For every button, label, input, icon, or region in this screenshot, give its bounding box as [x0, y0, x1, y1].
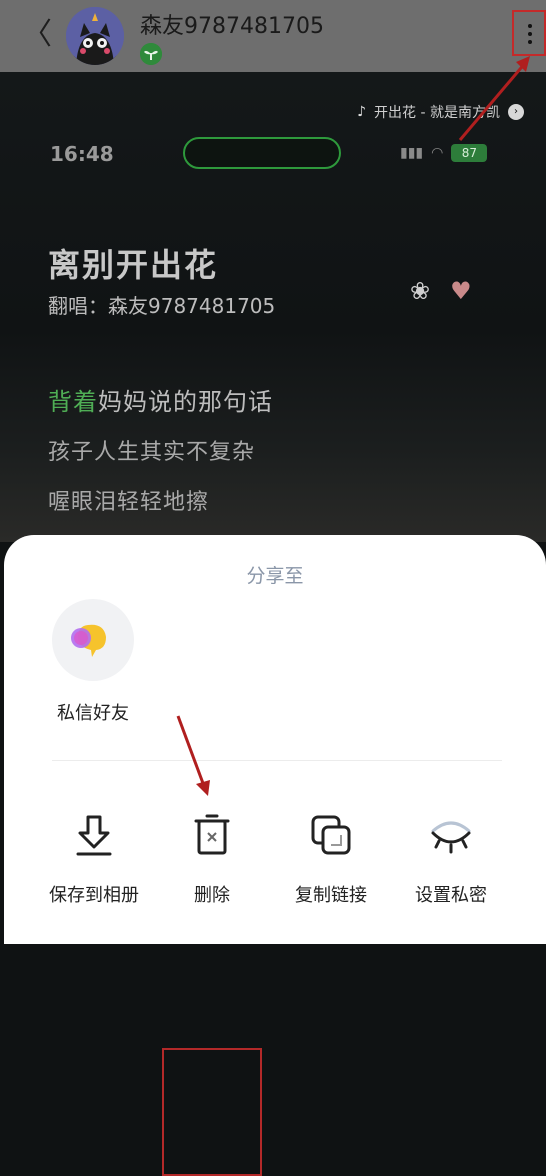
copy-link-icon [311, 815, 351, 855]
delete-button[interactable]: 删除 [150, 793, 274, 907]
lyric-line: 孩子人生其实不复杂 [48, 440, 256, 465]
back-button[interactable]: 〈 [22, 18, 52, 52]
music-info[interactable]: ♪ 开出花 - 就是南方凯 › [357, 102, 524, 122]
signal-icon: ▮▮▮ [400, 145, 424, 161]
delete-label: 删除 [194, 885, 230, 906]
cat-avatar-icon [66, 7, 124, 65]
share-sheet: 分享至 私信好友 保存到相册 删除 复制链接 设置私密 [4, 535, 546, 1176]
status-icons: ▮▮▮ ◠ 87 [400, 144, 488, 162]
dynamic-island [183, 137, 341, 169]
chevron-right-icon[interactable]: › [508, 104, 524, 120]
more-options-button[interactable] [512, 10, 546, 56]
username[interactable]: 森友9787481705 [140, 8, 324, 40]
lyric-line: 背着妈妈说的那句话 [48, 382, 273, 417]
butterfly-icon: ❀ [410, 277, 431, 305]
download-icon [76, 815, 112, 856]
lyric-highlight: 背着 [48, 388, 98, 416]
set-private-label: 设置私密 [415, 885, 487, 906]
decoration-icons: ❀ ♥ [410, 277, 472, 305]
lyric-line: 喔眼泪轻轻地擦 [48, 490, 210, 515]
dm-friend-label: 私信好友 [57, 703, 129, 724]
music-title: 开出花 - 就是南方凯 [374, 105, 500, 121]
more-vertical-icon [528, 24, 532, 28]
sprout-icon [140, 43, 162, 65]
set-private-button[interactable]: 设置私密 [389, 793, 513, 907]
divider [52, 760, 502, 761]
more-vertical-icon [528, 32, 532, 36]
dm-friend-button[interactable]: 私信好友 [52, 599, 134, 725]
sheet-title: 分享至 [246, 565, 304, 587]
music-note-icon: ♪ [357, 104, 367, 120]
status-time: 16:48 [50, 142, 114, 166]
closed-eye-icon [431, 821, 471, 854]
more-vertical-icon [528, 40, 532, 44]
avatar[interactable] [66, 7, 124, 65]
trash-icon [194, 814, 230, 855]
lyric-text: 妈妈说的那句话 [98, 388, 273, 416]
save-to-album-label: 保存到相册 [49, 885, 139, 906]
copy-link-label: 复制链接 [295, 885, 367, 906]
top-bar: 〈 森友9787481705 [0, 0, 546, 72]
chat-bubble-icon [52, 599, 134, 681]
song-title: 离别开出花 [48, 246, 219, 284]
annotation-highlight-box [162, 1048, 262, 1176]
copy-link-button[interactable]: 复制链接 [269, 793, 393, 907]
save-to-album-button[interactable]: 保存到相册 [32, 793, 156, 907]
cover-singer: 翻唱：森友9787481705 [48, 294, 276, 318]
battery-icon: 87 [451, 144, 488, 162]
action-row: 保存到相册 删除 复制链接 设置私密 [4, 793, 546, 1176]
wifi-icon: ◠ [431, 145, 444, 161]
heart-icon: ♥ [450, 277, 472, 305]
video-player[interactable]: ♪ 开出花 - 就是南方凯 › 16:48 ▮▮▮ ◠ 87 离别开出花 翻唱：… [0, 72, 546, 542]
